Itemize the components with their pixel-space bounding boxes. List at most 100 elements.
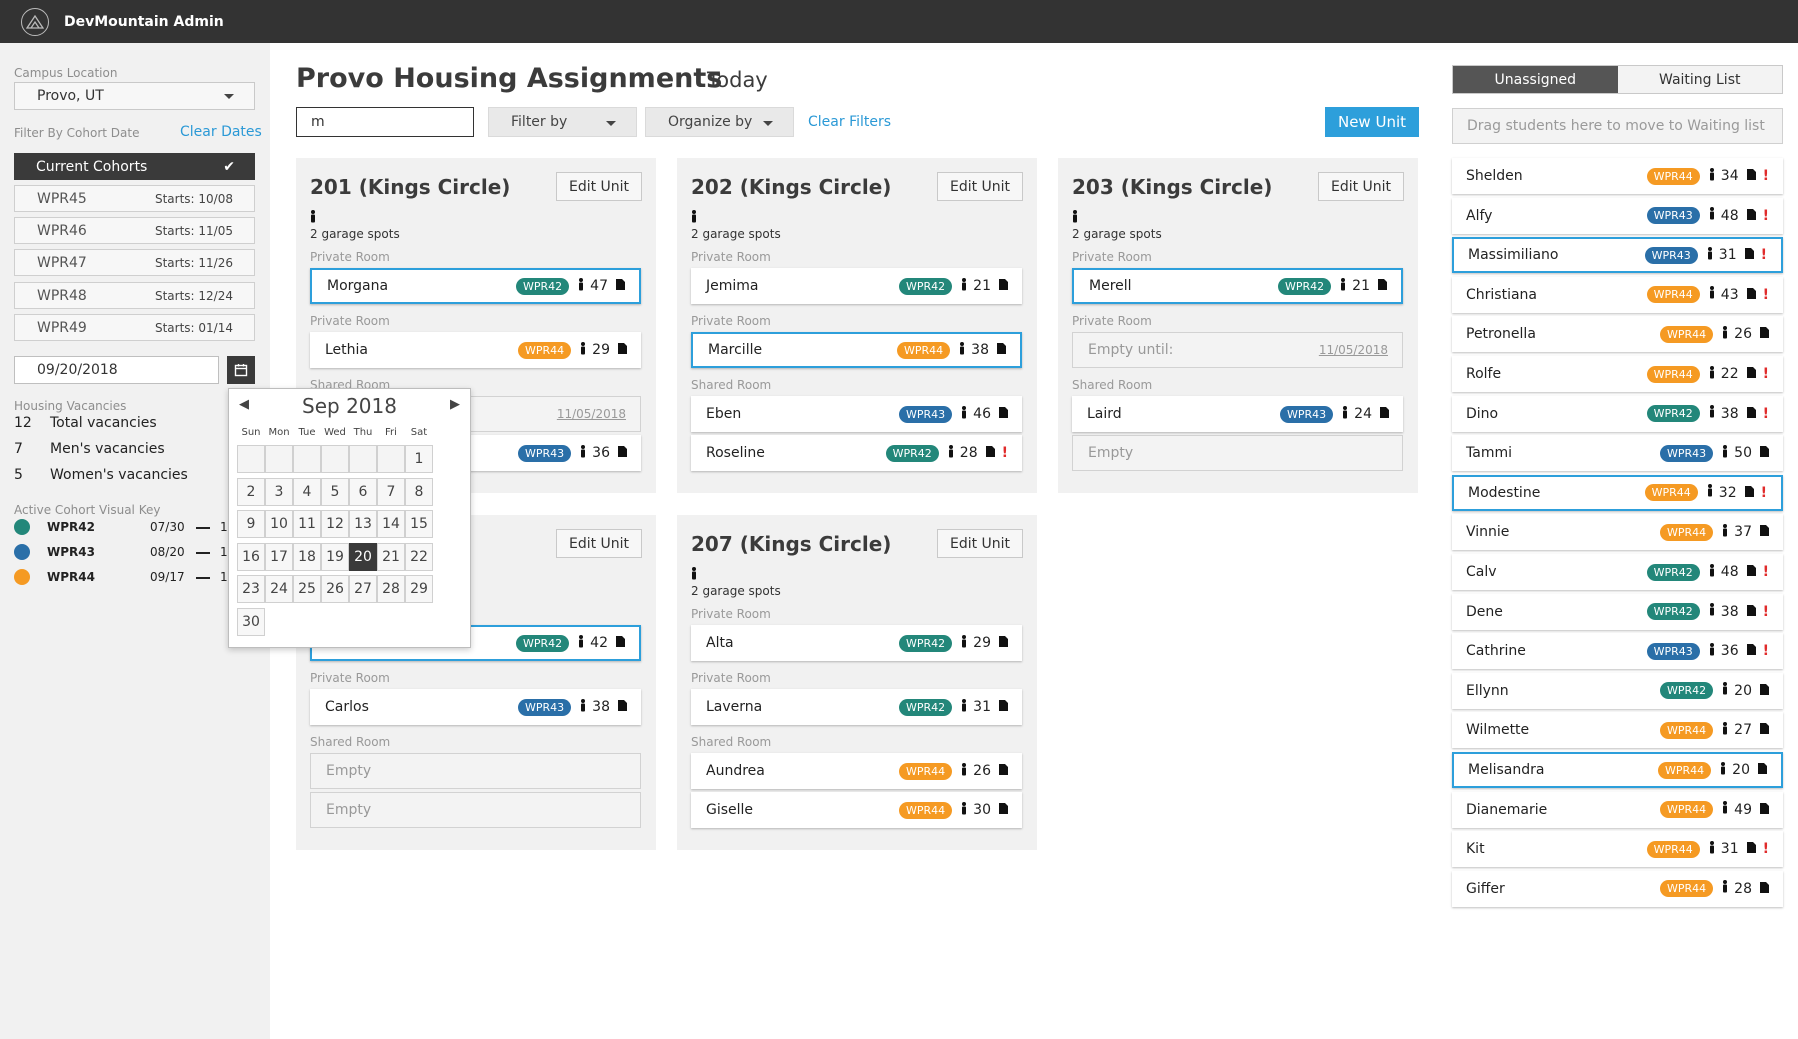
room-slot[interactable]: Lethia WPR44 29	[310, 332, 641, 368]
student-card[interactable]: Melisandra WPR44 20	[1452, 752, 1783, 788]
empty-until-date[interactable]: 11/05/2018	[1319, 343, 1388, 357]
student-card[interactable]: Vinnie WPR44 37	[1452, 514, 1783, 551]
student-card[interactable]: Petronella WPR44 26	[1452, 316, 1783, 353]
room-slot-empty[interactable]: Empty	[1072, 435, 1403, 471]
room-slot[interactable]: Eben WPR43 46	[691, 396, 1022, 432]
waiting-list-dropzone[interactable]: Drag students here to move to Waiting li…	[1452, 108, 1783, 144]
day-cell[interactable]: 3	[265, 477, 293, 506]
day-cell[interactable]: 17	[265, 542, 293, 571]
day-cell[interactable]: 21	[377, 542, 405, 571]
day-cell[interactable]: 26	[321, 575, 349, 603]
document-icon	[1760, 881, 1769, 897]
organize-by-dropdown[interactable]: Organize by	[645, 107, 794, 137]
day-cell[interactable]: 27	[349, 575, 377, 603]
day-cell[interactable]: 11	[293, 510, 321, 538]
student-name: Vinnie	[1466, 524, 1510, 541]
day-cell[interactable]: 30	[237, 607, 265, 636]
student-card[interactable]: Modestine WPR44 32!	[1452, 474, 1783, 511]
clear-dates-link[interactable]: Clear Dates	[180, 124, 262, 140]
day-cell[interactable]: 10	[265, 510, 293, 538]
student-card[interactable]: Wilmette WPR44 27	[1452, 712, 1783, 749]
student-card[interactable]: Ellynn WPR42 20	[1452, 672, 1783, 709]
student-card[interactable]: Alfy WPR43 48!	[1452, 197, 1783, 234]
student-card[interactable]: Dianemarie WPR44 49	[1452, 791, 1783, 828]
student-card[interactable]: Cathrine WPR43 36!	[1452, 633, 1783, 670]
room-slot[interactable]: Morgana WPR42 47	[310, 268, 641, 304]
current-cohorts-toggle[interactable]: Current Cohorts ✔	[14, 153, 255, 180]
student-card[interactable]: Dino WPR42 38!	[1452, 395, 1783, 432]
tab-label: Waiting List	[1659, 71, 1741, 88]
student-card[interactable]: Giffer WPR44 28	[1452, 870, 1783, 907]
day-cell[interactable]: 22	[405, 542, 433, 571]
day-cell[interactable]: 2	[237, 477, 265, 506]
student-card[interactable]: Rolfe WPR44 22!	[1452, 356, 1783, 392]
student-card[interactable]: Calv WPR42 48!	[1452, 554, 1783, 590]
room-slot[interactable]: Roseline WPR42 28 !	[691, 435, 1022, 471]
day-cell[interactable]: 29	[405, 575, 433, 603]
calendar-button[interactable]	[227, 356, 255, 384]
edit-unit-button[interactable]: Edit Unit	[556, 529, 642, 558]
cohort-row-wpr47[interactable]: WPR47 Starts: 11/26	[14, 249, 255, 276]
day-cell[interactable]: 18	[293, 542, 321, 571]
room-slot-empty[interactable]: Empty	[310, 792, 641, 828]
student-card[interactable]: Christiana WPR44 43!	[1452, 276, 1783, 313]
day-cell[interactable]: 13	[349, 510, 377, 538]
cohort-row-wpr49[interactable]: WPR49 Starts: 01/14	[14, 314, 255, 341]
day-cell[interactable]: 5	[321, 477, 349, 506]
room-slot[interactable]: Alta WPR42 29	[691, 625, 1022, 661]
edit-unit-button[interactable]: Edit Unit	[937, 172, 1023, 201]
day-cell[interactable]: 1	[405, 445, 433, 473]
day-cell[interactable]: 23	[237, 575, 265, 603]
new-unit-button[interactable]: New Unit	[1325, 107, 1419, 137]
day-cell[interactable]: 24	[265, 575, 293, 603]
tab-waiting-list[interactable]: Waiting List	[1617, 66, 1782, 93]
cohort-row-wpr46[interactable]: WPR46 Starts: 11/05	[14, 217, 255, 244]
date-field[interactable]: 09/20/2018	[14, 356, 219, 384]
cohort-row-wpr48[interactable]: WPR48 Starts: 12/24	[14, 282, 255, 309]
empty-until-date[interactable]: 11/05/2018	[557, 407, 626, 421]
clear-filters-link[interactable]: Clear Filters	[808, 114, 891, 130]
campus-select[interactable]: Provo, UT	[14, 82, 255, 110]
room-slot[interactable]: Marcille WPR44 38	[691, 332, 1022, 368]
day-cell[interactable]: 14	[377, 510, 405, 538]
day-cell[interactable]: 15	[405, 510, 433, 538]
day-cell[interactable]: 12	[321, 510, 349, 538]
student-card[interactable]: Kit WPR44 31!	[1452, 831, 1783, 868]
day-cell[interactable]: 25	[293, 575, 321, 603]
search-input[interactable]: m	[296, 107, 474, 137]
day-cell[interactable]: 19	[321, 542, 349, 571]
tab-unassigned[interactable]: Unassigned	[1453, 66, 1618, 93]
day-cell[interactable]: 28	[377, 575, 405, 603]
day-cell[interactable]: 6	[349, 477, 377, 506]
cohort-row-wpr45[interactable]: WPR45 Starts: 10/08	[14, 185, 255, 212]
student-card[interactable]: Dene WPR42 38!	[1452, 593, 1783, 630]
filter-by-dropdown[interactable]: Filter by	[488, 107, 637, 137]
room-slot[interactable]: Carlos WPR43 38	[310, 689, 641, 725]
room-slot-empty[interactable]: Empty	[310, 753, 641, 789]
day-cell[interactable]: 16	[237, 542, 265, 571]
room-slot[interactable]: Jemima WPR42 21	[691, 268, 1022, 304]
today-button[interactable]: Today	[707, 68, 768, 92]
day-cell[interactable]: 4	[293, 477, 321, 506]
mountain-logo-icon[interactable]	[21, 7, 49, 36]
next-month-icon[interactable]: ▶	[450, 397, 460, 412]
room-slot[interactable]: Giselle WPR44 30	[691, 792, 1022, 828]
room-label: Private Room	[310, 250, 390, 264]
edit-unit-button[interactable]: Edit Unit	[556, 172, 642, 201]
person-icon	[961, 277, 967, 295]
student-card[interactable]: Tammi WPR43 50	[1452, 435, 1783, 472]
edit-unit-button[interactable]: Edit Unit	[937, 529, 1023, 558]
student-card[interactable]: Massimiliano WPR43 31!	[1452, 237, 1783, 274]
day-cell[interactable]: 20	[349, 542, 377, 571]
day-cell[interactable]: 9	[237, 510, 265, 538]
room-slot[interactable]: Laverna WPR42 31	[691, 689, 1022, 725]
room-slot[interactable]: Merell WPR42 21	[1072, 268, 1403, 304]
room-slot[interactable]: Laird WPR43 24	[1072, 396, 1403, 432]
student-card[interactable]: Shelden WPR44 34!	[1452, 158, 1783, 194]
room-slot-empty[interactable]: Empty until: 11/05/2018	[1072, 332, 1403, 368]
day-cell[interactable]: 8	[405, 477, 433, 506]
cohort-badge: WPR42	[899, 634, 953, 652]
room-slot[interactable]: Aundrea WPR44 26	[691, 753, 1022, 789]
day-cell[interactable]: 7	[377, 477, 405, 506]
edit-unit-button[interactable]: Edit Unit	[1318, 172, 1404, 201]
